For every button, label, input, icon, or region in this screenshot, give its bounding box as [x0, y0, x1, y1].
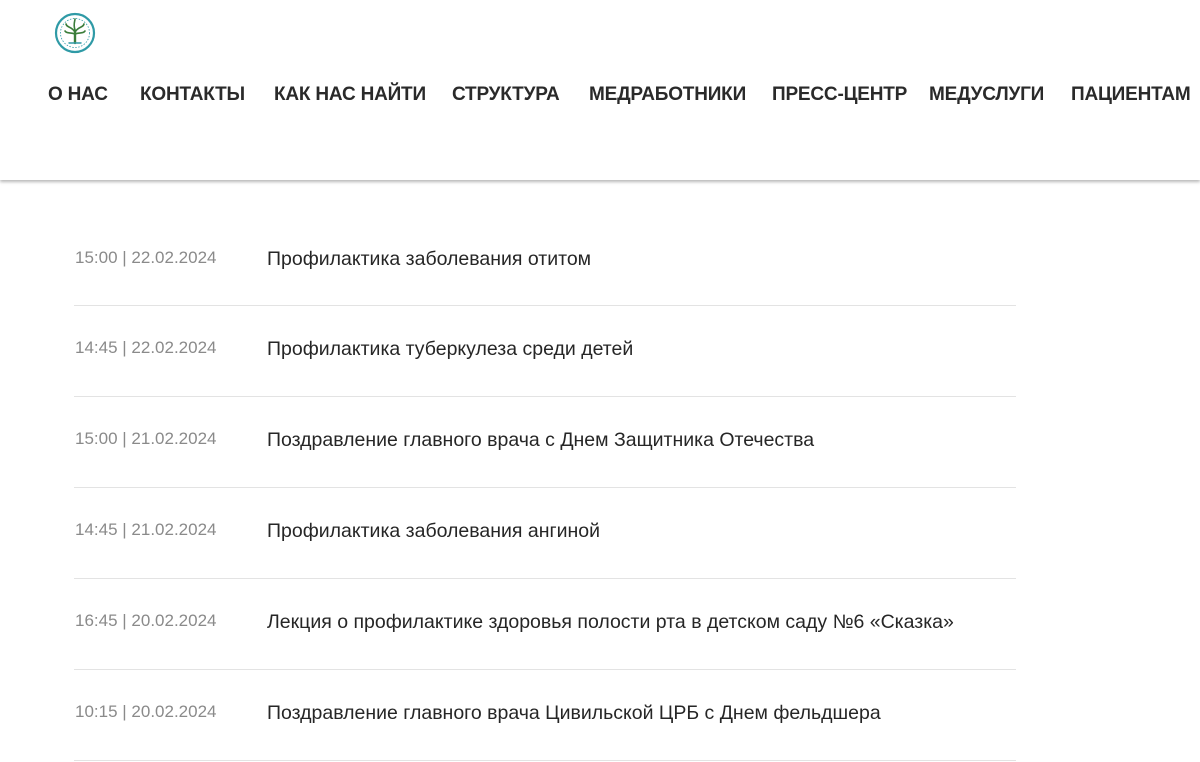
nav-item-press-center[interactable]: ПРЕСС-ЦЕНТР: [772, 80, 907, 110]
news-title-link[interactable]: Профилактика заболевания ангиной: [267, 520, 600, 543]
news-item: 14:45 | 21.02.2024 Профилактика заболева…: [74, 488, 1016, 579]
news-timestamp: 16:45 | 20.02.2024: [75, 611, 217, 630]
news-item: 10:15 | 20.02.2024 Поздравление главного…: [74, 670, 1016, 761]
news-item: 15:00 | 22.02.2024 Профилактика заболева…: [74, 216, 1016, 306]
news-title-link[interactable]: Поздравление главного врача Цивильской Ц…: [267, 702, 881, 725]
news-title-link[interactable]: Профилактика заболевания отитом: [267, 248, 591, 271]
hospital-tree-emblem-icon: [54, 12, 96, 54]
main-navigation: О НАС КОНТАКТЫ КАК НАС НАЙТИ СТРУКТУРА М…: [0, 80, 1200, 110]
news-item: 16:45 | 20.02.2024 Лекция о профилактике…: [74, 579, 1016, 670]
news-timestamp: 14:45 | 22.02.2024: [75, 338, 217, 357]
hospital-logo[interactable]: [54, 12, 96, 54]
news-timestamp: 15:00 | 22.02.2024: [75, 248, 217, 267]
nav-item-medical-staff[interactable]: МЕДРАБОТНИКИ: [589, 80, 746, 110]
news-item: 14:45 | 22.02.2024 Профилактика туберкул…: [74, 306, 1016, 397]
nav-item-structure[interactable]: СТРУКТУРА: [452, 80, 560, 110]
news-item: 15:00 | 21.02.2024 Поздравление главного…: [74, 397, 1016, 488]
nav-item-med-services[interactable]: МЕДУСЛУГИ: [929, 80, 1044, 110]
news-title-link[interactable]: Поздравление главного врача с Днем Защит…: [267, 429, 814, 452]
news-timestamp: 10:15 | 20.02.2024: [75, 702, 217, 721]
news-timestamp: 14:45 | 21.02.2024: [75, 520, 217, 539]
nav-item-directions[interactable]: КАК НАС НАЙТИ: [274, 80, 426, 110]
nav-item-about[interactable]: О НАС: [48, 80, 108, 110]
news-title-link[interactable]: Лекция о профилактике здоровья полости р…: [267, 611, 954, 634]
news-title-link[interactable]: Профилактика туберкулеза среди детей: [267, 338, 633, 361]
news-list: 15:00 | 22.02.2024 Профилактика заболева…: [74, 216, 1016, 761]
nav-item-patients[interactable]: ПАЦИЕНТАМ: [1071, 80, 1191, 110]
news-timestamp: 15:00 | 21.02.2024: [75, 429, 217, 448]
site-header: О НАС КОНТАКТЫ КАК НАС НАЙТИ СТРУКТУРА М…: [0, 0, 1200, 180]
nav-item-contacts[interactable]: КОНТАКТЫ: [140, 80, 245, 110]
